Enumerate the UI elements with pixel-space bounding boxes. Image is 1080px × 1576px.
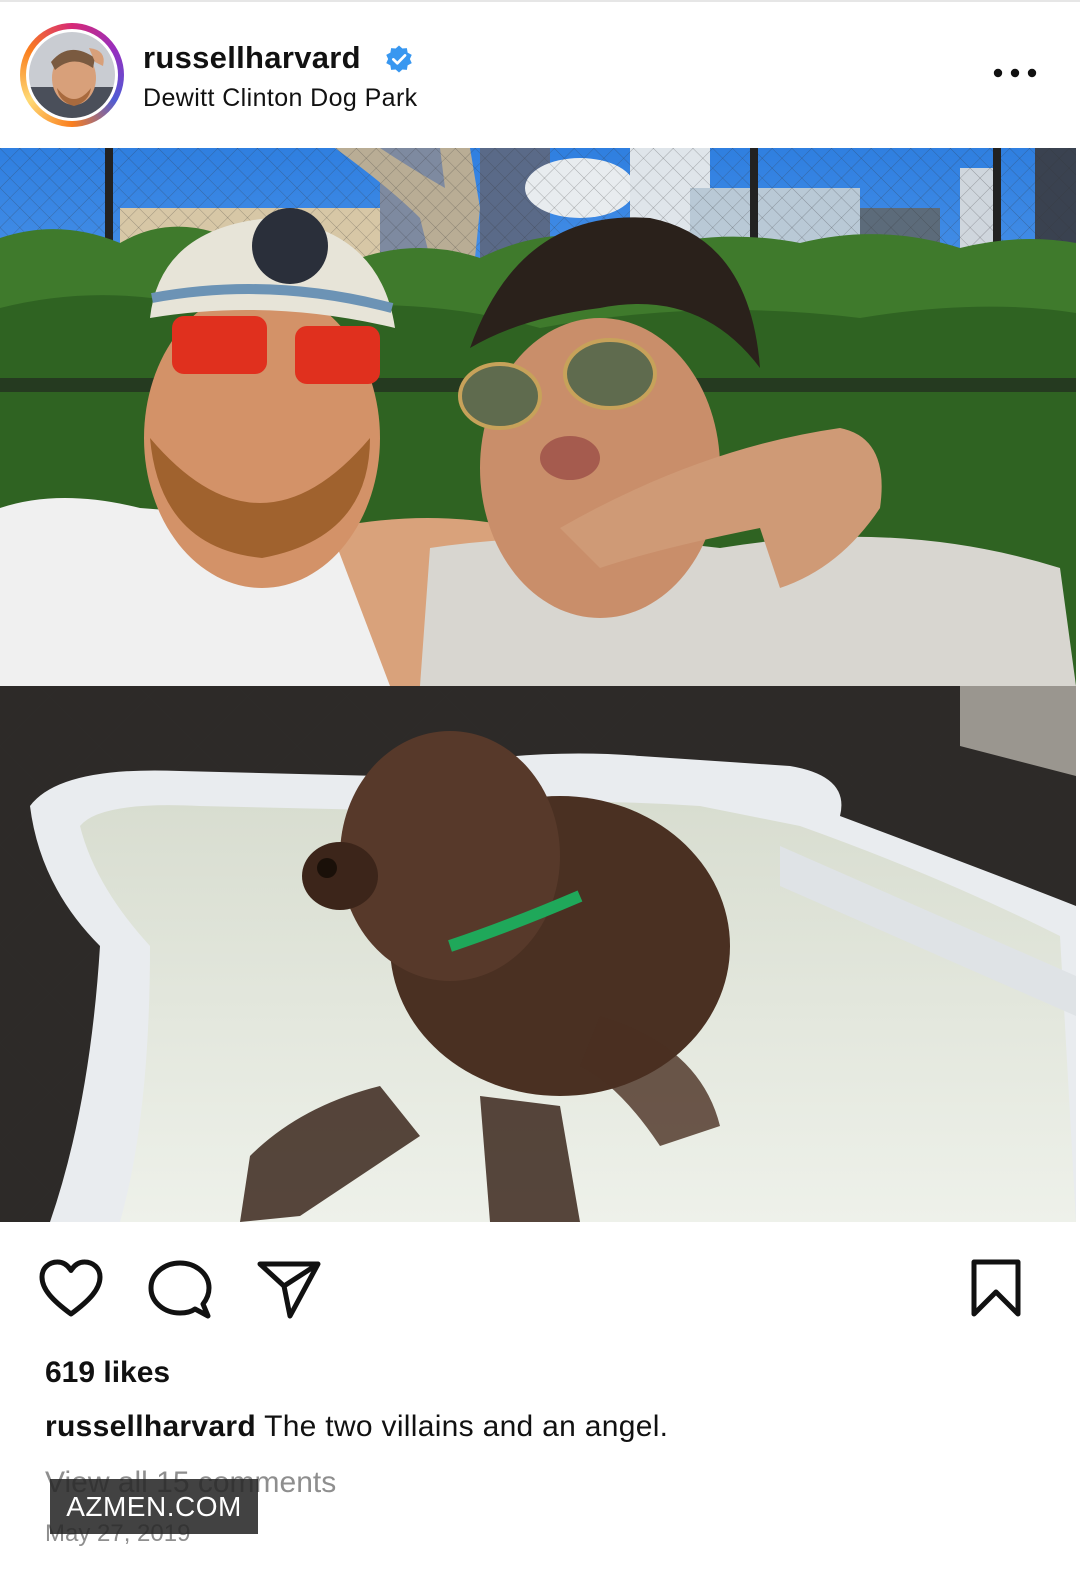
post-image[interactable] (0, 148, 1076, 1222)
post-actions (0, 1232, 1080, 1332)
verified-badge-icon (386, 45, 412, 73)
bookmark-icon[interactable] (968, 1258, 1024, 1318)
caption-text: The two villains and an angel. (255, 1410, 669, 1443)
caption-username[interactable]: russellharvard (45, 1410, 256, 1443)
likes-count[interactable]: 619 likes (45, 1356, 170, 1390)
heart-icon[interactable] (38, 1258, 104, 1320)
dog-photo (0, 686, 1076, 1222)
username[interactable]: russellharvard (143, 40, 361, 76)
comment-bubble-icon[interactable] (148, 1258, 212, 1322)
watermark: AZMEN.COM (50, 1479, 258, 1534)
paper-plane-icon[interactable] (256, 1258, 322, 1320)
selfie-photo (0, 148, 1076, 686)
caption: russellharvard The two villains and an a… (45, 1410, 668, 1444)
story-ring[interactable] (20, 23, 124, 127)
more-options-icon[interactable] (990, 62, 1040, 84)
avatar[interactable] (26, 29, 118, 121)
avatar-photo (29, 32, 115, 118)
location-link[interactable]: Dewitt Clinton Dog Park (143, 84, 418, 113)
post-header: russellharvard Dewitt Clinton Dog Park (0, 0, 1080, 148)
